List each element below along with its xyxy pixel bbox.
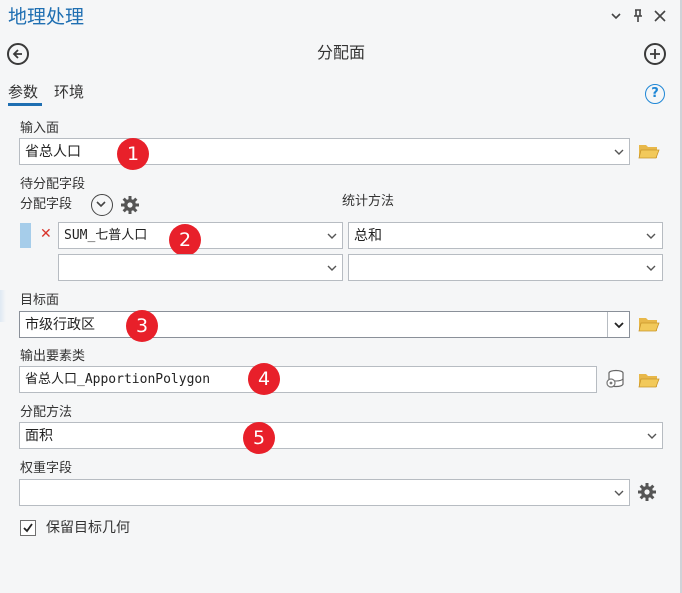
- dropdown-button[interactable]: [607, 312, 629, 337]
- remove-row-icon[interactable]: ✕: [40, 225, 52, 243]
- output-features-input[interactable]: 省总人口_ApportionPolygon: [19, 366, 597, 393]
- help-icon[interactable]: ?: [645, 84, 665, 104]
- close-icon[interactable]: [652, 8, 668, 24]
- chevron-down-icon: [613, 320, 625, 330]
- statistics-dropdown-2[interactable]: [348, 254, 663, 281]
- chevron-down-icon: [96, 201, 106, 208]
- weight-field-dropdown[interactable]: [19, 479, 630, 506]
- keep-target-geometry-checkbox[interactable]: [20, 520, 36, 536]
- chevron-down-icon: [613, 488, 625, 498]
- checkmark-icon: [23, 523, 33, 533]
- apportion-method-dropdown[interactable]: 面积: [19, 422, 663, 449]
- back-button[interactable]: [7, 43, 29, 65]
- tool-title: 分配面: [316, 43, 365, 62]
- fields-to-apportion-label: 待分配字段: [20, 177, 86, 192]
- input-features-value: 省总人口: [25, 144, 81, 160]
- back-arrow-icon: [12, 49, 22, 59]
- row-drag-handle[interactable]: [20, 223, 31, 248]
- apportion-field-dropdown-2[interactable]: [58, 254, 343, 281]
- pane-title: 地理处理: [8, 6, 85, 28]
- chevron-down-icon: [613, 147, 625, 157]
- statistics-type-label: 统计方法: [342, 194, 395, 209]
- weight-field-label: 权重字段: [20, 461, 73, 476]
- browse-folder-icon[interactable]: [638, 371, 660, 389]
- chevron-down-icon: [645, 231, 657, 241]
- chevron-down-icon: [326, 231, 338, 241]
- apportion-method-value: 面积: [25, 428, 53, 444]
- step-badge-4: 4: [248, 363, 280, 395]
- chevron-down-icon[interactable]: [608, 8, 624, 24]
- step-badge-2: 2: [169, 224, 201, 256]
- step-badge-5: 5: [243, 422, 275, 454]
- output-features-label: 输出要素类: [20, 349, 86, 364]
- input-features-dropdown[interactable]: 省总人口: [19, 138, 630, 165]
- gear-icon[interactable]: [120, 195, 140, 215]
- step-badge-1: 1: [117, 138, 149, 170]
- step-badge-3: 3: [126, 310, 158, 342]
- database-icon[interactable]: [605, 369, 627, 389]
- target-features-label: 目标面: [20, 293, 60, 308]
- statistics-value-1: 总和: [354, 228, 382, 244]
- tab-active-underline: [8, 103, 42, 106]
- chevron-down-icon: [646, 431, 658, 441]
- browse-folder-icon[interactable]: [638, 315, 660, 333]
- apportion-method-label: 分配方法: [20, 405, 73, 420]
- add-button[interactable]: [644, 43, 666, 65]
- tab-environments[interactable]: 环境: [54, 82, 84, 102]
- statistics-dropdown-1[interactable]: 总和: [348, 222, 663, 249]
- add-circle-icon: [650, 49, 660, 59]
- apportion-field-label: 分配字段: [20, 197, 73, 212]
- field-options-button[interactable]: [91, 194, 113, 216]
- output-features-value: 省总人口_ApportionPolygon: [25, 372, 211, 387]
- keep-target-geometry-label: 保留目标几何: [46, 520, 130, 536]
- target-features-value: 市级行政区: [25, 317, 95, 333]
- chevron-down-icon: [326, 263, 338, 273]
- target-features-dropdown[interactable]: 市级行政区: [19, 311, 630, 338]
- pin-icon[interactable]: [630, 8, 646, 24]
- gear-icon[interactable]: [637, 482, 657, 502]
- tab-parameters[interactable]: 参数: [8, 82, 38, 102]
- active-param-indicator: [0, 290, 6, 322]
- browse-folder-icon[interactable]: [638, 142, 660, 160]
- chevron-down-icon: [645, 263, 657, 273]
- input-features-label: 输入面: [20, 121, 60, 136]
- apportion-field-value-1: SUM_七普人口: [64, 228, 148, 243]
